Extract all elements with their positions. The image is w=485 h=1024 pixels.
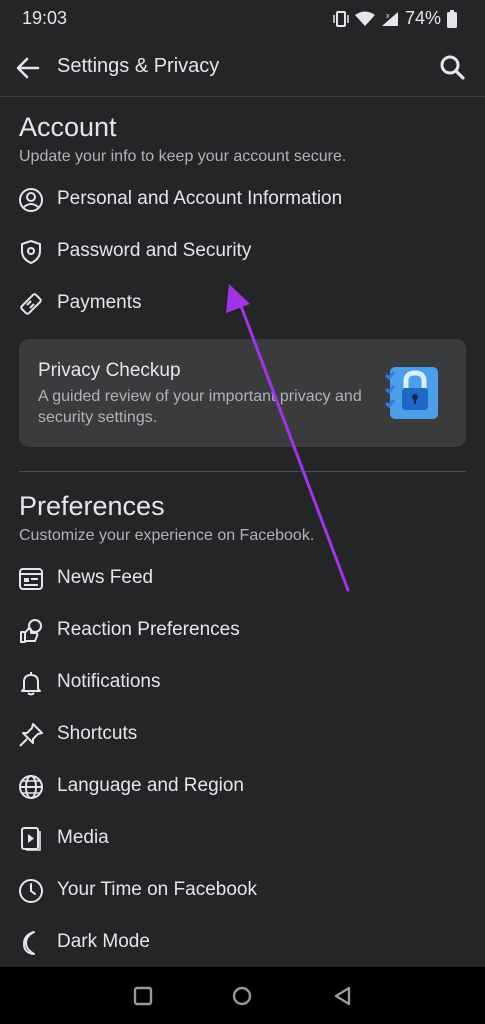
back-triangle-icon[interactable] bbox=[332, 985, 354, 1007]
section-divider bbox=[19, 471, 466, 472]
status-time: 19:03 bbox=[22, 8, 68, 28]
app-bar: Settings & Privacy bbox=[0, 38, 485, 96]
menu-item-label: Personal and Account Information bbox=[57, 188, 343, 209]
menu-item-label: Language and Region bbox=[57, 775, 245, 796]
media-icon bbox=[21, 827, 41, 851]
feed-icon bbox=[19, 568, 43, 590]
preferences-section-title: Preferences bbox=[19, 491, 165, 521]
status-icons: x 74% bbox=[333, 8, 457, 29]
reaction-icon bbox=[20, 619, 42, 643]
person-circle-icon bbox=[19, 188, 43, 212]
recent-apps-icon[interactable] bbox=[132, 985, 154, 1007]
menu-item-dark-mode[interactable]: Dark Mode bbox=[0, 917, 485, 969]
menu-item-shortcuts[interactable]: Shortcuts bbox=[0, 709, 485, 761]
moon-icon bbox=[23, 931, 35, 955]
wifi-icon bbox=[354, 11, 375, 26]
home-icon[interactable] bbox=[231, 985, 253, 1007]
globe-icon bbox=[19, 775, 43, 799]
menu-item-label: Payments bbox=[57, 292, 142, 313]
account-section-title: Account bbox=[19, 112, 117, 142]
privacy-checkup-card[interactable]: Privacy Checkup A guided review of your … bbox=[19, 339, 466, 447]
menu-item-personal-account-info[interactable]: Personal and Account Information bbox=[0, 174, 485, 226]
signal-icon: x bbox=[381, 11, 398, 26]
menu-item-label: Password and Security bbox=[57, 240, 252, 261]
preferences-section-subtitle: Customize your experience on Facebook. bbox=[19, 527, 315, 544]
lock-checklist-icon bbox=[384, 367, 438, 419]
shield-icon bbox=[21, 240, 41, 264]
page-title: Settings & Privacy bbox=[57, 55, 220, 77]
menu-item-notifications[interactable]: Notifications bbox=[0, 657, 485, 709]
menu-item-media[interactable]: Media bbox=[0, 813, 485, 865]
battery-percent: 74% bbox=[404, 8, 441, 28]
privacy-checkup-title: Privacy Checkup bbox=[38, 360, 181, 381]
status-bar: 19:03 x 74% bbox=[0, 0, 485, 38]
menu-item-language-region[interactable]: Language and Region bbox=[0, 761, 485, 813]
menu-item-reaction-preferences[interactable]: Reaction Preferences bbox=[0, 605, 485, 657]
menu-item-news-feed[interactable]: News Feed bbox=[0, 553, 485, 605]
back-arrow-icon[interactable] bbox=[14, 54, 42, 82]
header-divider bbox=[0, 96, 485, 97]
menu-item-your-time[interactable]: Your Time on Facebook bbox=[0, 865, 485, 917]
menu-item-label: Reaction Preferences bbox=[57, 619, 240, 640]
privacy-checkup-description: A guided review of your important privac… bbox=[38, 388, 362, 426]
pin-icon bbox=[19, 723, 43, 747]
search-icon[interactable] bbox=[439, 54, 465, 80]
svg-text:x: x bbox=[386, 13, 390, 20]
account-section-subtitle: Update your info to keep your account se… bbox=[19, 148, 347, 165]
menu-item-password-security[interactable]: Password and Security bbox=[0, 226, 485, 278]
system-nav-bar bbox=[0, 967, 485, 1024]
bell-icon bbox=[21, 672, 41, 696]
menu-item-label: Dark Mode bbox=[57, 931, 150, 952]
menu-item-label: Shortcuts bbox=[57, 723, 138, 744]
clock-icon bbox=[19, 879, 43, 903]
battery-icon bbox=[447, 9, 457, 28]
tag-icon bbox=[20, 293, 42, 315]
menu-item-payments[interactable]: Payments bbox=[0, 278, 485, 330]
menu-item-label: News Feed bbox=[57, 567, 154, 588]
vibrate-icon bbox=[333, 10, 349, 27]
menu-item-label: Notifications bbox=[57, 671, 161, 692]
menu-item-label: Your Time on Facebook bbox=[57, 879, 257, 900]
menu-item-label: Media bbox=[57, 827, 109, 848]
